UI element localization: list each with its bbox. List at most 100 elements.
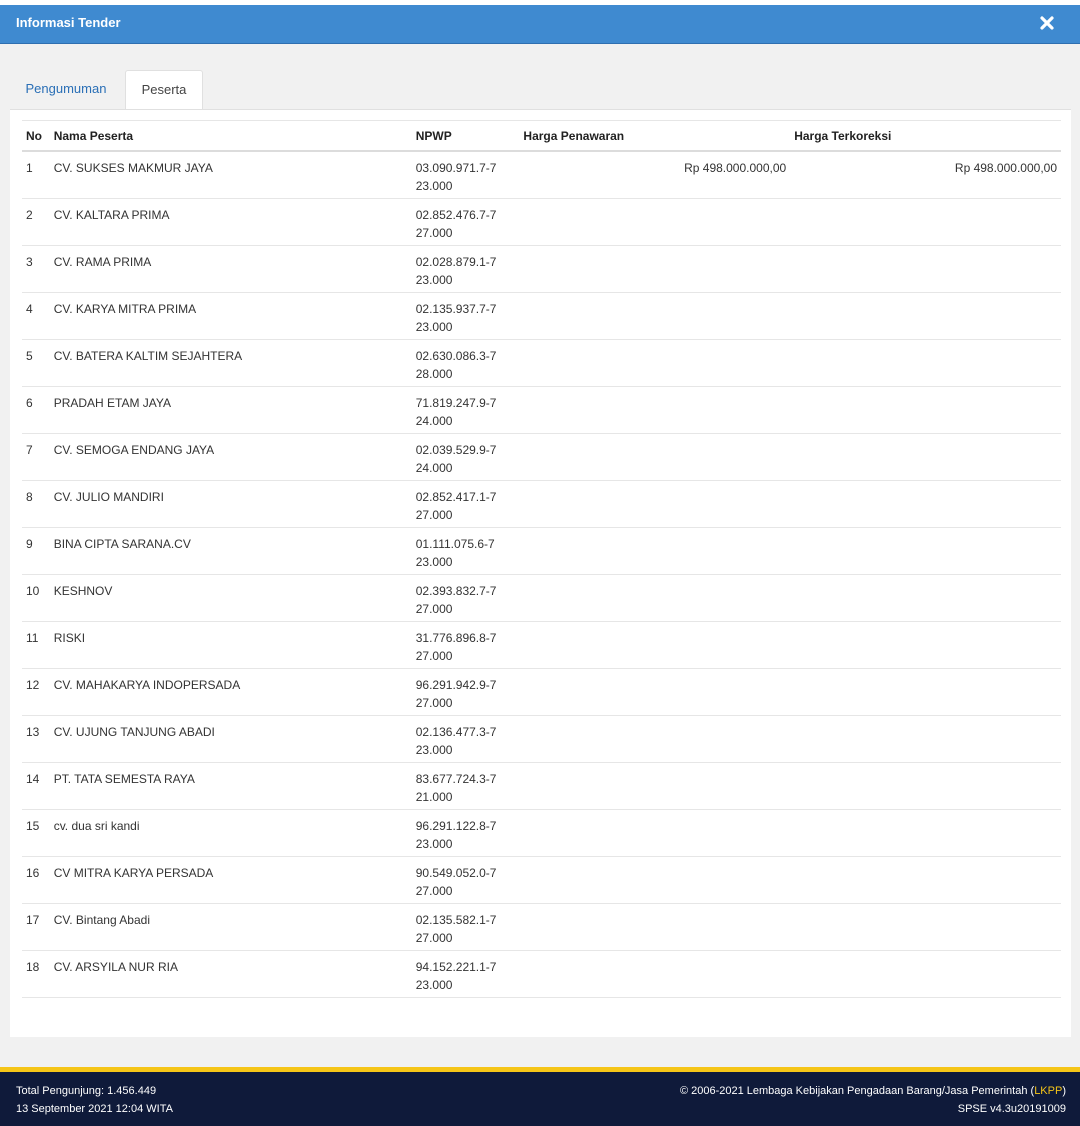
row-harga-penawaran [519, 198, 791, 246]
row-no: 17 [22, 903, 50, 951]
row-harga-terkoreksi [790, 198, 1061, 246]
row-no: 2 [22, 198, 50, 246]
row-harga-penawaran [519, 339, 791, 387]
row-no: 13 [22, 715, 50, 763]
row-harga-penawaran: Rp 498.000.000,00 [519, 151, 791, 199]
footer: Total Pengunjung: 1.456.449 13 September… [0, 1072, 1080, 1126]
npwp-value: 02.028.879.1-723.000 [415, 254, 497, 287]
row-harga-terkoreksi [790, 386, 1061, 434]
row-npwp: 02.135.937.7-723.000 [411, 292, 520, 340]
row-harga-terkoreksi [790, 903, 1061, 951]
row-nama-peserta: CV. RAMA PRIMA [49, 245, 412, 293]
row-nama-peserta: CV MITRA KARYA PERSADA [49, 856, 412, 904]
row-no: 8 [22, 480, 50, 528]
row-no: 14 [22, 762, 50, 810]
row-harga-penawaran [519, 715, 791, 763]
row-nama-peserta: CV. BATERA KALTIM SEJAHTERA [49, 339, 412, 387]
row-harga-penawaran [519, 668, 791, 716]
row-harga-penawaran [519, 762, 791, 810]
npwp-value: 01.111.075.6-723.000 [415, 536, 495, 569]
row-harga-penawaran [519, 621, 791, 669]
row-harga-terkoreksi [790, 856, 1061, 904]
row-harga-terkoreksi [790, 245, 1061, 293]
table-row: 1 CV. SUKSES MAKMUR JAYA 03.090.971.7-723.… [22, 151, 1061, 199]
tab-pengumuman[interactable]: Pengumuman [10, 70, 122, 109]
npwp-value: 90.549.052.0-727.000 [415, 865, 497, 898]
npwp-value: 02.630.086.3-728.000 [415, 348, 497, 381]
row-harga-penawaran [519, 950, 791, 998]
npwp-value: 02.136.477.3-723.000 [415, 724, 497, 757]
row-nama-peserta: PRADAH ETAM JAYA [49, 386, 412, 434]
npwp-value: 02.135.937.7-723.000 [415, 301, 497, 334]
table-header-row: No Nama Peserta NPWP Harga Penawaran Har… [22, 120, 1061, 152]
table-row: 10 KESHNOV 02.393.832.7-727.000 [22, 574, 1061, 622]
copyright-suffix: ) [1062, 1085, 1066, 1097]
npwp-value: 02.852.417.1-727.000 [415, 489, 497, 522]
copyright: © 2006-2021 Lembaga Kebijakan Pengadaan … [680, 1085, 1066, 1097]
row-harga-terkoreksi [790, 809, 1061, 857]
table-row: 2 CV. KALTARA PRIMA 02.852.476.7-727.000 [22, 198, 1061, 246]
row-npwp: 83.677.724.3-721.000 [411, 762, 520, 810]
lkpp-link[interactable]: LKPP [1034, 1085, 1062, 1097]
npwp-value: 02.135.582.1-727.000 [415, 912, 497, 945]
row-nama-peserta: PT. TATA SEMESTA RAYA [49, 762, 412, 810]
row-nama-peserta: BINA CIPTA SARANA.CV [49, 527, 412, 575]
row-harga-penawaran [519, 245, 791, 293]
row-harga-terkoreksi [790, 433, 1061, 481]
row-harga-terkoreksi [790, 762, 1061, 810]
row-harga-penawaran [519, 809, 791, 857]
row-harga-penawaran [519, 527, 791, 575]
row-harga-terkoreksi [790, 527, 1061, 575]
row-harga-penawaran [519, 903, 791, 951]
column-header-npwp: NPWP [411, 120, 520, 152]
row-nama-peserta: CV. KARYA MITRA PRIMA [49, 292, 412, 340]
row-no: 6 [22, 386, 50, 434]
npwp-value: 94.152.221.1-723.000 [415, 959, 497, 992]
table-row: 6 PRADAH ETAM JAYA 71.819.247.9-724.000 [22, 386, 1061, 434]
close-icon[interactable] [1038, 14, 1056, 32]
row-nama-peserta: CV. SEMOGA ENDANG JAYA [49, 433, 412, 481]
row-nama-peserta: CV. ARSYILA NUR RIA [49, 950, 412, 998]
row-harga-penawaran [519, 856, 791, 904]
row-nama-peserta: KESHNOV [49, 574, 412, 622]
version: SPSE v4.3u20191009 [957, 1103, 1066, 1115]
row-npwp: 94.152.221.1-723.000 [411, 950, 520, 998]
row-npwp: 02.852.417.1-727.000 [411, 480, 520, 528]
column-header-nama: Nama Peserta [49, 120, 412, 152]
row-harga-penawaran [519, 292, 791, 340]
row-nama-peserta: CV. KALTARA PRIMA [49, 198, 412, 246]
row-harga-penawaran [519, 433, 791, 481]
modal-title: Informasi Tender [16, 15, 121, 30]
row-nama-peserta: CV. Bintang Abadi [49, 903, 412, 951]
npwp-value: 96.291.942.9-727.000 [415, 677, 497, 710]
row-harga-terkoreksi [790, 668, 1061, 716]
row-harga-terkoreksi [790, 339, 1061, 387]
row-no: 1 [22, 151, 50, 199]
row-no: 18 [22, 950, 50, 998]
row-npwp: 01.111.075.6-723.000 [411, 527, 520, 575]
row-npwp: 90.549.052.0-727.000 [411, 856, 520, 904]
table-row: 13 CV. UJUNG TANJUNG ABADI 02.136.477.3-72… [22, 715, 1061, 763]
npwp-value: 71.819.247.9-724.000 [415, 395, 497, 428]
npwp-value: 02.393.832.7-727.000 [415, 583, 497, 616]
row-npwp: 03.090.971.7-723.000 [411, 151, 520, 199]
row-nama-peserta: RISKI [49, 621, 412, 669]
row-npwp: 02.135.582.1-727.000 [411, 903, 520, 951]
row-harga-terkoreksi [790, 715, 1061, 763]
npwp-value: 03.090.971.7-723.000 [415, 161, 497, 193]
row-harga-terkoreksi [790, 480, 1061, 528]
row-no: 9 [22, 527, 50, 575]
table-row: 11 RISKI 31.776.896.8-727.000 [22, 621, 1061, 669]
row-no: 7 [22, 433, 50, 481]
row-harga-terkoreksi [790, 621, 1061, 669]
row-nama-peserta: CV. JULIO MANDIRI [49, 480, 412, 528]
table-row: 16 CV MITRA KARYA PERSADA 90.549.052.0-727… [22, 856, 1061, 904]
table-row: 12 CV. MAHAKARYA INDOPERSADA 96.291.942.9-… [22, 668, 1061, 716]
peserta-panel: No Nama Peserta NPWP Harga Penawaran Har… [10, 109, 1071, 1037]
tab-peserta[interactable]: Peserta [125, 70, 203, 111]
row-npwp: 31.776.896.8-727.000 [411, 621, 520, 669]
table-row: 17 CV. Bintang Abadi 02.135.582.1-727.000 [22, 903, 1061, 951]
table-row: 14 PT. TATA SEMESTA RAYA 83.677.724.3-721.… [22, 762, 1061, 810]
row-npwp: 02.393.832.7-727.000 [411, 574, 520, 622]
footer-datetime: 13 September 2021 12:04 WITA [16, 1103, 173, 1115]
